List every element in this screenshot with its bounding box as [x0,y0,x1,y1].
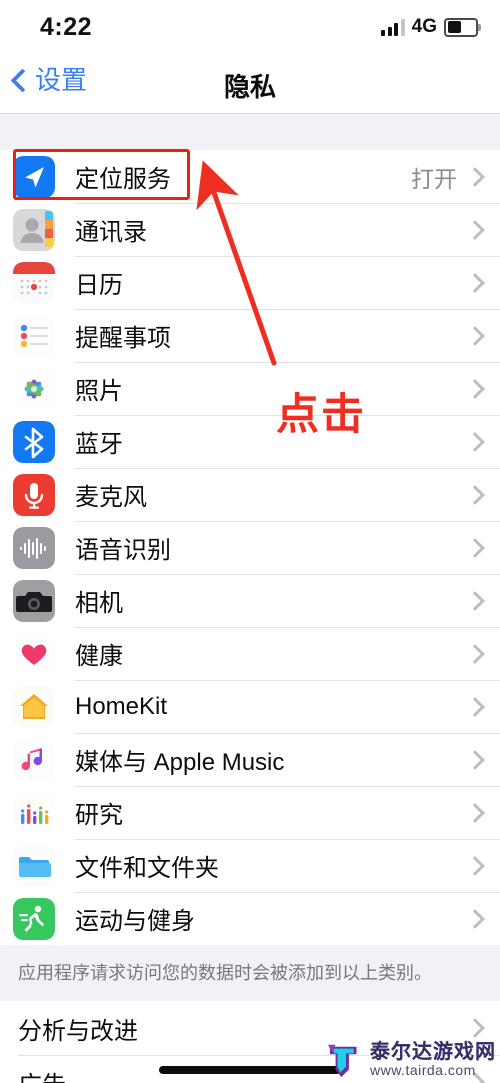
privacy-row[interactable]: 麦克风 [0,468,500,521]
privacy-row-label: 健康 [75,643,123,670]
privacy-row-accessory [465,431,500,452]
settings-row-label: 广告 [18,1065,66,1083]
privacy-row[interactable]: 照片 [0,362,500,415]
chevron-right-icon [465,537,485,558]
privacy-row-accessory [465,696,500,717]
chevron-right-icon [465,590,485,611]
bluetooth-icon [13,420,55,463]
privacy-row-accessory [465,590,500,611]
chevron-right-icon [465,802,485,823]
privacy-row-label: 蓝牙 [75,431,123,458]
privacy-row[interactable]: 语音识别 [0,521,500,574]
chevron-right-icon [465,378,485,399]
chevron-right-icon [465,484,485,505]
privacy-row-label: 定位服务 [75,166,171,193]
privacy-row-accessory [465,537,500,558]
settings-row-label: 分析与改进 [18,1017,138,1045]
network-type-label: 4G [411,16,437,37]
status-time: 4:22 [40,13,93,41]
home-indicator[interactable] [159,1066,341,1074]
privacy-row[interactable]: 提醒事项 [0,309,500,362]
privacy-row[interactable]: 日历 [0,256,500,309]
speech-recognition-icon [13,526,55,569]
privacy-row-label: 研究 [75,802,123,829]
privacy-row[interactable]: 研究 [0,786,500,839]
chevron-right-icon [465,908,485,929]
chevron-right-icon [465,219,485,240]
privacy-row-accessory [465,643,500,664]
privacy-footnote: 应用程序请求访问您的数据时会被添加到以上类别。 [0,945,500,1002]
chevron-right-icon [465,696,485,717]
privacy-row-label: 麦克风 [75,484,147,511]
cellular-signal-icon [381,18,405,36]
privacy-row-label: HomeKit [75,692,168,720]
privacy-list: 定位服务 打开 通讯录 日历 提醒事项 照片 蓝牙 麦克风 语音识别 相机 健康… [0,150,500,945]
privacy-row[interactable]: 蓝牙 [0,415,500,468]
chevron-right-icon [465,1018,485,1039]
privacy-row-accessory [465,802,500,823]
privacy-row-accessory [465,855,500,876]
status-indicators: 4G [381,16,481,38]
microphone-icon [13,473,55,516]
privacy-row-accessory [465,908,500,929]
iphone-screen: 4:22 4G 设置 隐私 定位服务 打开 通讯录 日历 提醒事项 照片 蓝牙 … [0,0,500,1083]
privacy-row[interactable]: 运动与健身 [0,892,500,945]
privacy-row-accessory [465,749,500,770]
privacy-row-accessory [465,272,500,293]
chevron-right-icon [465,325,485,346]
watermark-logo-icon [328,1044,357,1078]
privacy-row-accessory [465,219,500,240]
music-icon [13,738,55,781]
privacy-row[interactable]: 通讯录 [0,203,500,256]
privacy-row[interactable]: 健康 [0,627,500,680]
privacy-row[interactable]: 相机 [0,574,500,627]
watermark-text: 泰尔达游戏网 www.tairda.com [370,1042,496,1078]
chevron-right-icon [465,272,485,293]
privacy-row-label: 相机 [75,590,123,617]
privacy-row-accessory [465,484,500,505]
privacy-row[interactable]: HomeKit [0,680,500,733]
camera-icon [13,579,55,622]
navigation-bar: 设置 隐私 [0,55,500,114]
watermark-url: www.tairda.com [370,1062,476,1079]
chevron-right-icon [465,749,485,770]
section-gap [0,114,500,150]
photos-icon [13,367,55,410]
privacy-row-label: 文件和文件夹 [75,855,219,882]
privacy-row-accessory: 打开 [411,160,500,194]
privacy-row-label: 日历 [75,272,123,299]
privacy-row-label: 媒体与 Apple Music [75,749,285,776]
health-icon [13,632,55,675]
chevron-right-icon [465,166,485,187]
calendar-icon [13,261,55,304]
watermark-title: 泰尔达游戏网 [370,1041,496,1064]
chevron-right-icon [465,855,485,876]
privacy-row-label: 照片 [75,378,123,405]
privacy-row-accessory [465,325,500,346]
privacy-row-label: 提醒事项 [75,325,171,352]
chevron-right-icon [465,643,485,664]
watermark: 泰尔达游戏网 www.tairda.com [328,1041,496,1079]
privacy-row-label: 语音识别 [75,537,171,564]
contacts-icon [13,208,55,251]
privacy-row[interactable]: 定位服务 打开 [0,150,500,203]
privacy-row-accessory [465,378,500,399]
homekit-icon [13,685,55,728]
privacy-row-label: 运动与健身 [75,908,195,935]
privacy-row[interactable]: 媒体与 Apple Music [0,733,500,786]
status-bar: 4:22 4G [0,0,500,55]
files-icon [13,844,55,887]
reminders-icon [13,314,55,357]
privacy-row[interactable]: 文件和文件夹 [0,839,500,892]
privacy-row-value: 打开 [411,165,457,192]
privacy-row-label: 通讯录 [75,219,147,246]
settings-row-accessory [465,1018,500,1039]
battery-icon [444,17,481,37]
page-title: 隐私 [223,72,276,102]
research-icon [13,791,55,834]
chevron-right-icon [465,431,485,452]
fitness-icon [13,897,55,940]
location-services-icon [13,155,55,198]
